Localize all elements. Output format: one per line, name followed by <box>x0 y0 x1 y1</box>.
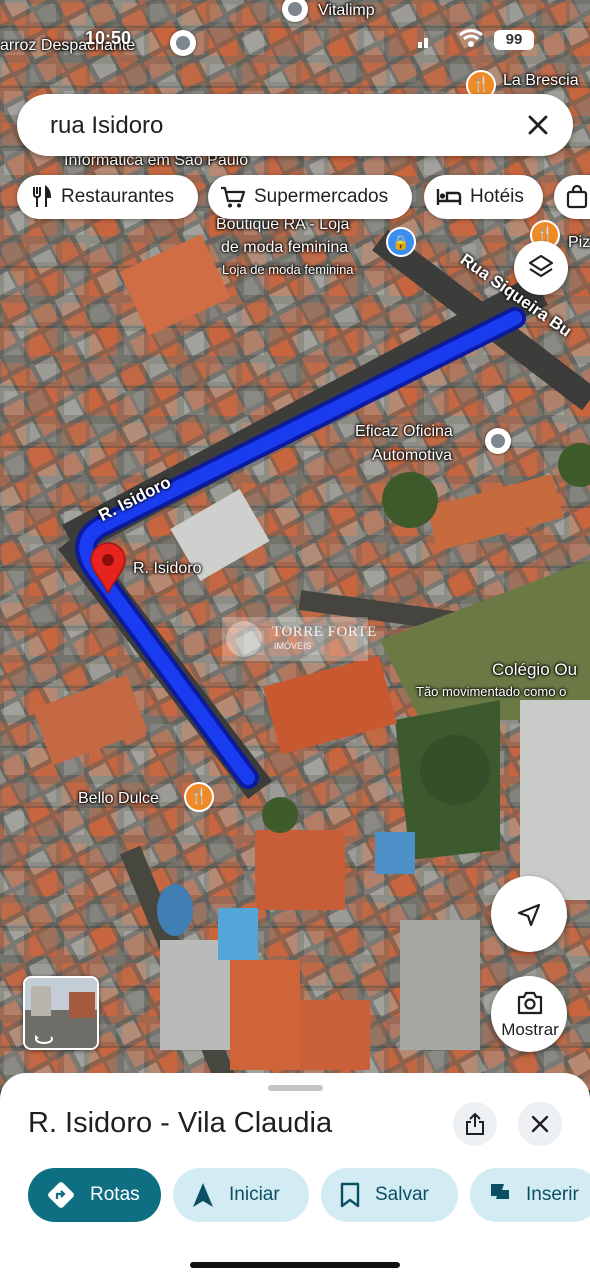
location-pin-icon[interactable] <box>90 542 126 594</box>
start-button[interactable]: Iniciar <box>173 1168 309 1222</box>
action-label: Iniciar <box>229 1184 280 1205</box>
bed-icon <box>436 189 462 205</box>
camera-button-label: Mostrar <box>501 1020 559 1039</box>
poi-label-eficaz[interactable]: Eficaz Oficina <box>355 421 453 443</box>
home-indicator[interactable] <box>190 1262 400 1268</box>
navigation-arrow-icon <box>517 903 541 927</box>
chip-label: Hotéis <box>470 186 524 207</box>
share-icon <box>466 1112 484 1135</box>
poi-description-colegio: Tão movimentado como o <box>416 684 567 699</box>
action-label: Inserir <box>526 1184 579 1205</box>
pin-label: R. Isidoro <box>133 560 202 577</box>
poi-marker-icon[interactable] <box>485 428 511 454</box>
sheet-drag-handle[interactable] <box>268 1085 323 1091</box>
cell-signal-icon <box>418 38 428 48</box>
insert-button[interactable]: Inserir <box>470 1168 590 1222</box>
cart-icon <box>221 186 246 208</box>
chip-label: Restaurantes <box>61 186 175 207</box>
directions-icon <box>48 1182 74 1208</box>
clear-search-icon[interactable] <box>521 108 555 142</box>
rotate-360-icon <box>35 1035 53 1044</box>
camera-icon <box>517 991 543 1015</box>
poi-label-pizza[interactable]: Piz <box>568 232 590 254</box>
poi-label-colegio[interactable]: Colégio Ou <box>492 659 577 681</box>
wifi-icon <box>458 29 484 47</box>
poi-label-bello-dulce[interactable]: Bello Dulce <box>78 788 159 810</box>
action-label: Salvar <box>375 1184 429 1205</box>
watermark-subtitle: IMÓVEIS <box>274 641 312 651</box>
chip-label: Supermercados <box>254 186 389 207</box>
share-button[interactable] <box>453 1102 497 1146</box>
close-sheet-button[interactable] <box>518 1102 562 1146</box>
shopping-bag-icon <box>566 185 588 209</box>
camera-show-button[interactable]: Mostrar <box>491 976 567 1052</box>
flag-icon <box>491 1184 509 1207</box>
poi-label-boutique-line2[interactable]: de moda feminina <box>221 237 348 259</box>
street-view-thumbnail[interactable] <box>23 976 99 1050</box>
shopping-bag-marker-icon[interactable]: 🔒 <box>388 229 414 255</box>
chip-supermercados[interactable]: Supermercados <box>208 175 412 219</box>
watermark-title: TORRE FORTE <box>272 624 377 640</box>
poi-marker-icon[interactable] <box>170 30 196 56</box>
bookmark-icon <box>340 1182 360 1208</box>
navigation-arrow-icon <box>193 1183 213 1207</box>
poi-label-brescia[interactable]: La Brescia <box>503 70 579 92</box>
chip-hoteis[interactable]: Hotéis <box>424 175 543 219</box>
restaurant-marker-icon[interactable]: 🍴 <box>186 784 212 810</box>
layers-button[interactable] <box>514 241 568 295</box>
status-time: 10:50 <box>85 28 132 48</box>
directions-button[interactable]: Rotas <box>28 1168 161 1222</box>
my-location-button[interactable] <box>491 876 567 952</box>
chip-shopping[interactable] <box>554 175 590 219</box>
poi-category-boutique: Loja de moda feminina <box>222 262 354 277</box>
search-input[interactable]: rua Isidoro <box>50 112 163 140</box>
search-bar[interactable]: rua Isidoro <box>17 94 573 156</box>
battery-indicator: 99 <box>494 30 534 50</box>
chip-restaurantes[interactable]: Restaurantes <box>17 175 198 219</box>
poi-label-eficaz-line2[interactable]: Automotiva <box>372 445 452 467</box>
poi-label-vitalimp[interactable]: Vitalimp <box>318 0 375 22</box>
place-title: R. Isidoro - Vila Claudia <box>28 1107 333 1139</box>
close-icon <box>531 1115 549 1133</box>
action-label: Rotas <box>90 1184 140 1205</box>
place-bottom-sheet[interactable]: R. Isidoro - Vila Claudia Rotas Iniciar … <box>0 1073 590 1280</box>
save-button[interactable]: Salvar <box>321 1168 458 1222</box>
fork-knife-icon <box>33 185 52 207</box>
layers-icon <box>528 254 554 278</box>
